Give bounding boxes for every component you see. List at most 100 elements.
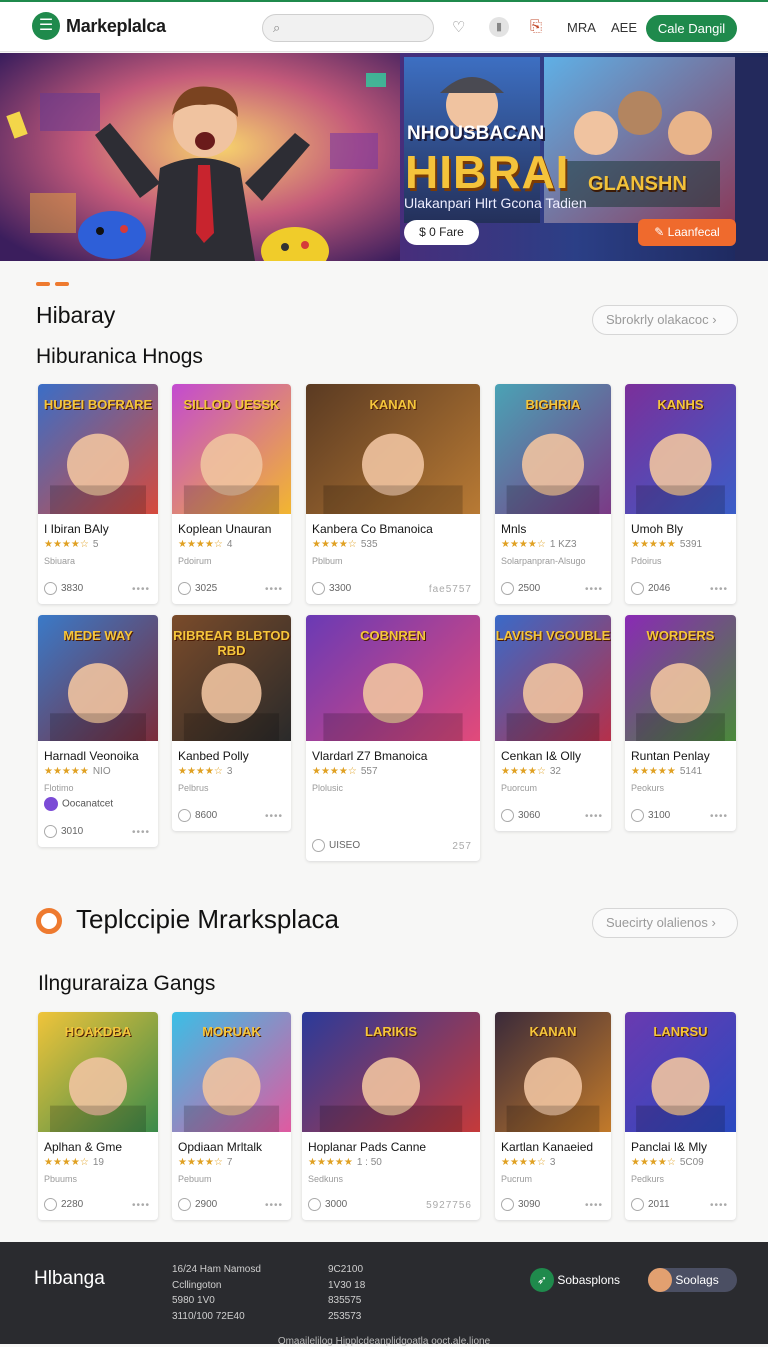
rating: ★★★★☆ 535 <box>312 539 378 550</box>
heart-icon[interactable]: ♡ <box>452 18 465 36</box>
product-name[interactable]: Kanbera Co Bmanoica <box>312 522 433 536</box>
product-thumbnail[interactable]: LARIKIS <box>302 1012 480 1132</box>
product-card[interactable]: WORDERS Runtan Penlay ★★★★★ 5141 Peokurs 3100… <box>625 615 736 831</box>
heart-icon[interactable] <box>631 582 644 595</box>
product-card[interactable]: HOAKDBA Aplhan & Gme ★★★★☆ 19 Pbuums 2280 •••• <box>38 1012 158 1220</box>
product-card[interactable]: SILLOD UESSK Koplean Unauran ★★★★☆ 4 Pdoirum… <box>172 384 291 604</box>
product-thumbnail[interactable]: SILLOD UESSK <box>172 384 291 514</box>
more-options-icon[interactable]: 257 <box>452 841 472 852</box>
product-name[interactable]: Kartlan Kanaeied <box>501 1140 593 1154</box>
section-2-filter-pill[interactable]: Suecirty olalienos › <box>592 908 738 938</box>
heart-icon[interactable] <box>44 582 57 595</box>
logo-text[interactable]: Markeplalca <box>66 16 166 37</box>
product-thumbnail[interactable]: LANRSU <box>625 1012 736 1132</box>
heart-icon[interactable] <box>631 809 644 822</box>
product-name[interactable]: Vlardarl Z7 Bmanoica <box>312 749 427 763</box>
heart-icon[interactable] <box>178 582 191 595</box>
more-options-icon[interactable]: •••• <box>132 827 150 838</box>
hero-learn-button[interactable]: ✎ Laanfecal <box>638 219 736 246</box>
nav-link-mra[interactable]: MRA <box>567 20 596 35</box>
product-name[interactable]: Cenkan I& Olly <box>501 749 581 763</box>
more-options-icon[interactable]: •••• <box>265 1200 283 1211</box>
more-options-icon[interactable]: fae5757 <box>429 584 472 595</box>
product-card[interactable]: LANRSU Panclai I& Mly ★★★★☆ 5C09 Pedkurs 2011… <box>625 1012 736 1220</box>
product-card[interactable]: RIBREAR BLBTOD RBD Kanbed Polly ★★★★☆ 3 Pelb… <box>172 615 291 831</box>
footer-social-link-1[interactable]: ➶ Sobasplons <box>530 1268 630 1292</box>
notification-icon[interactable]: ▮ <box>489 17 509 37</box>
thumbnail-title: BIGHRIA <box>525 397 581 412</box>
seller-name: Pbuums <box>44 1174 78 1184</box>
product-card[interactable]: MORUAK Opdiaan Mrltalk ★★★★☆ 7 Pebuum 2900 •••… <box>172 1012 291 1220</box>
heart-icon[interactable] <box>308 1198 321 1211</box>
more-options-icon[interactable]: •••• <box>132 584 150 595</box>
pencil-icon: ✎ <box>654 225 668 239</box>
product-name[interactable]: Panclai I& Mly <box>631 1140 707 1154</box>
menu-icon[interactable]: ☰ <box>32 12 60 40</box>
product-thumbnail[interactable]: HUBEI BOFRARE <box>38 384 158 514</box>
product-name[interactable]: Kanbed Polly <box>178 749 249 763</box>
product-thumbnail[interactable]: MORUAK <box>172 1012 291 1132</box>
heart-icon[interactable] <box>501 1198 514 1211</box>
product-card[interactable]: COBNREN Vlardarl Z7 Bmanoica ★★★★☆ 557 Plolu… <box>306 615 480 861</box>
section-filter-pill[interactable]: Sbrokrly olakacoc › <box>592 305 738 335</box>
heart-icon[interactable] <box>44 1198 57 1211</box>
product-name[interactable]: Mnls <box>501 522 526 536</box>
more-options-icon[interactable]: 5927756 <box>426 1200 472 1211</box>
header-cta-button[interactable]: Cale Dangil <box>646 15 737 42</box>
product-card[interactable]: BIGHRIA Mnls ★★★★☆ 1 KZ3 Solarpanpran-Alsugo… <box>495 384 611 604</box>
product-thumbnail[interactable]: RIBREAR BLBTOD RBD <box>172 615 291 741</box>
price-value: 8600 <box>195 810 218 822</box>
rating-stars: ★★★★☆ <box>178 1157 223 1168</box>
product-name[interactable]: I Ibiran BAly <box>44 522 109 536</box>
more-options-icon[interactable]: •••• <box>585 811 603 822</box>
more-options-icon[interactable]: •••• <box>585 584 603 595</box>
heart-icon[interactable] <box>312 839 325 852</box>
product-thumbnail[interactable]: WORDERS <box>625 615 736 741</box>
product-thumbnail[interactable]: BIGHRIA <box>495 384 611 514</box>
product-name[interactable]: Hoplanar Pads Canne <box>308 1140 426 1154</box>
heart-icon[interactable] <box>178 809 191 822</box>
more-options-icon[interactable]: •••• <box>265 811 283 822</box>
product-name[interactable]: Runtan Penlay <box>631 749 710 763</box>
product-name[interactable]: Opdiaan Mrltalk <box>178 1140 262 1154</box>
heart-icon[interactable] <box>501 809 514 822</box>
more-options-icon[interactable]: •••• <box>710 811 728 822</box>
more-options-icon[interactable]: •••• <box>265 584 283 595</box>
search-input[interactable] <box>293 19 423 37</box>
heart-icon[interactable] <box>631 1198 644 1211</box>
search-box[interactable]: ⌕ <box>262 14 434 42</box>
seller-name: Peokurs <box>631 783 665 793</box>
cart-icon[interactable]: ⎘ <box>530 18 542 35</box>
hero-price-pill[interactable]: $ 0 Fare <box>404 220 479 245</box>
rating-stars: ★★★★☆ <box>631 1157 676 1168</box>
product-thumbnail[interactable]: HOAKDBA <box>38 1012 158 1132</box>
product-thumbnail[interactable]: KANAN <box>495 1012 611 1132</box>
heart-icon[interactable] <box>312 582 325 595</box>
product-card[interactable]: HUBEI BOFRARE I Ibiran BAly ★★★★☆ 5 Sbiuara 3… <box>38 384 158 604</box>
product-card[interactable]: KANAN Kartlan Kanaeied ★★★★☆ 3 Pucrum 3090 •••… <box>495 1012 611 1220</box>
product-thumbnail[interactable]: COBNREN <box>306 615 480 741</box>
product-card[interactable]: LARIKIS Hoplanar Pads Canne ★★★★★ 1 : 50 Sed… <box>302 1012 480 1220</box>
product-name[interactable]: Koplean Unauran <box>178 522 271 536</box>
heart-icon[interactable] <box>501 582 514 595</box>
heart-icon[interactable] <box>44 825 57 838</box>
more-options-icon[interactable]: •••• <box>585 1200 603 1211</box>
more-options-icon[interactable]: •••• <box>710 584 728 595</box>
product-thumbnail[interactable]: LAVISH VGOUBLE <box>495 615 611 741</box>
footer-social-link-2[interactable]: Soolags <box>648 1268 737 1292</box>
product-card[interactable]: KANHS Umoh Bly ★★★★★ 5391 Pdoirus 2046 •••• <box>625 384 736 604</box>
more-options-icon[interactable]: •••• <box>132 1200 150 1211</box>
product-name[interactable]: Harnadl Veonoika <box>44 749 139 763</box>
product-thumbnail[interactable]: MEDE WAY <box>38 615 158 741</box>
product-name[interactable]: Umoh Bly <box>631 522 683 536</box>
carousel-dots[interactable] <box>36 273 74 291</box>
product-card[interactable]: KANAN Kanbera Co Bmanoica ★★★★☆ 535 Pblbum 33… <box>306 384 480 604</box>
product-thumbnail[interactable]: KANAN <box>306 384 480 514</box>
product-card[interactable]: MEDE WAY Harnadl Veonoika ★★★★★ NIO Flotimo O… <box>38 615 158 847</box>
product-name[interactable]: Aplhan & Gme <box>44 1140 122 1154</box>
more-options-icon[interactable]: •••• <box>710 1200 728 1211</box>
product-thumbnail[interactable]: KANHS <box>625 384 736 514</box>
nav-link-aee[interactable]: AEE <box>611 20 637 35</box>
product-card[interactable]: LAVISH VGOUBLE Cenkan I& Olly ★★★★☆ 32 Puorc… <box>495 615 611 831</box>
heart-icon[interactable] <box>178 1198 191 1211</box>
